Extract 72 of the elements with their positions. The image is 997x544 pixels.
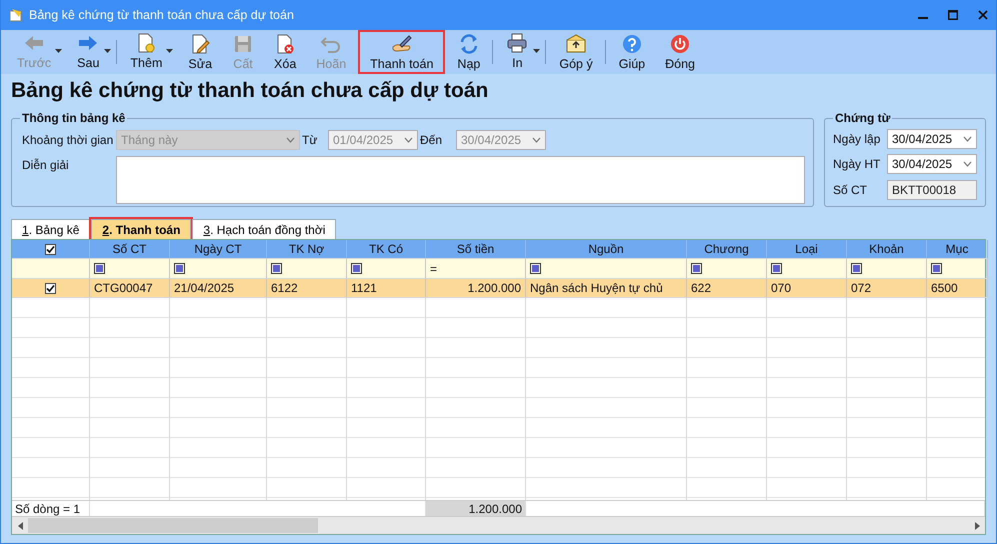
table-cell: 6122 [271,281,298,295]
toolbar-button[interactable]: In [496,30,550,74]
group-title: Chứng từ [834,111,892,125]
field-label: Khoảng thời gian [21,133,114,147]
table-cell: Ngân sách Huyện tự chủ [530,281,663,295]
page-heading: Bảng kê chứng từ thanh toán chưa cấp dự toán [10,78,490,104]
description-field[interactable] [116,156,805,204]
table-cell: 1.200.000 [468,281,521,295]
table-row[interactable]: CTG00047 21/04/2025 6122 1121 1.200.000 Ngân sách Huyện tự chủ 622 070 072 6500 [12,279,985,298]
filter-icon[interactable] [351,263,362,274]
caret-icon [963,136,972,142]
toolbar-button[interactable]: Đóng [655,30,706,74]
table-cell: 070 [771,281,792,295]
table-cell: CTG00047 [94,281,153,295]
field-label: Ngày HT [833,157,882,172]
maximize-icon[interactable] [948,10,958,20]
tab[interactable]: 3. Hạch toán đồng thời [192,219,336,239]
table-cell: 072 [851,281,872,295]
group-title: Thông tin bảng kê [21,111,126,125]
toolbar-button[interactable]: Giúp [608,30,656,74]
window-title: Bảng kê chứng từ thanh toán chưa cấp dự toán [29,8,295,22]
date-field[interactable]: 30/04/2025 [887,154,977,174]
table-cell: 1121 [351,281,377,295]
total-amount: 1.200.000 [468,502,522,516]
table-cell: 21/04/2025 [174,281,234,295]
field-label: Đến [419,133,444,147]
field-label: Số CT [833,182,868,197]
caret-icon [532,137,541,143]
dropdown-arrow-icon [104,49,112,53]
horizontal-scrollbar[interactable] [12,516,985,534]
dropdown-arrow-icon [166,49,174,53]
toolbar-button[interactable]: Thêm [120,30,178,74]
caret-icon [963,161,972,168]
field-label: Từ [301,133,318,147]
filter-icon[interactable] [174,263,185,274]
table-cell: 622 [691,281,712,295]
toolbar-button[interactable]: Nạp [447,30,496,74]
filter-operator[interactable]: = [430,262,438,276]
close-icon[interactable] [978,10,988,20]
toolbar-button[interactable]: Xóa [264,30,306,74]
filter-icon[interactable] [771,263,782,274]
date-field[interactable]: 30/04/2025 [887,129,977,150]
tab[interactable]: 1. Bảng kê [11,219,90,239]
toolbar-button[interactable]: Sau [67,30,120,74]
toolbar-button[interactable]: Thanh toán [358,30,446,74]
filter-icon[interactable] [931,263,942,274]
caret-icon [404,137,413,143]
field-label: Diễn giải [21,157,70,174]
scroll-right-icon[interactable] [974,522,980,530]
filter-icon[interactable] [271,263,282,274]
app-icon [9,8,23,22]
toolbar-button[interactable]: Sửa [178,30,222,74]
help-icon [620,33,643,55]
dropdown-arrow-icon [55,49,62,53]
caret-icon [286,137,295,143]
power-icon [669,33,692,55]
row-count: Số dòng = 1 [15,502,80,516]
filter-icon[interactable] [691,263,702,274]
checkbox[interactable] [45,282,56,294]
scroll-left-icon[interactable] [18,522,22,530]
filter-icon[interactable] [94,263,105,274]
envelope-icon [565,33,588,55]
filter-icon[interactable] [851,263,862,274]
checkbox[interactable] [45,244,56,254]
text-field[interactable]: BKTT00018 [887,180,977,200]
filter-icon[interactable] [530,263,541,274]
toolbar-button[interactable]: Góp ý [549,30,609,74]
printer-icon [506,32,528,54]
dropdown-arrow-icon [533,49,540,53]
tab[interactable]: 2. Thanh toán [91,219,192,239]
field-label: Ngày lập [833,132,882,146]
table-cell: 6500 [931,281,958,295]
